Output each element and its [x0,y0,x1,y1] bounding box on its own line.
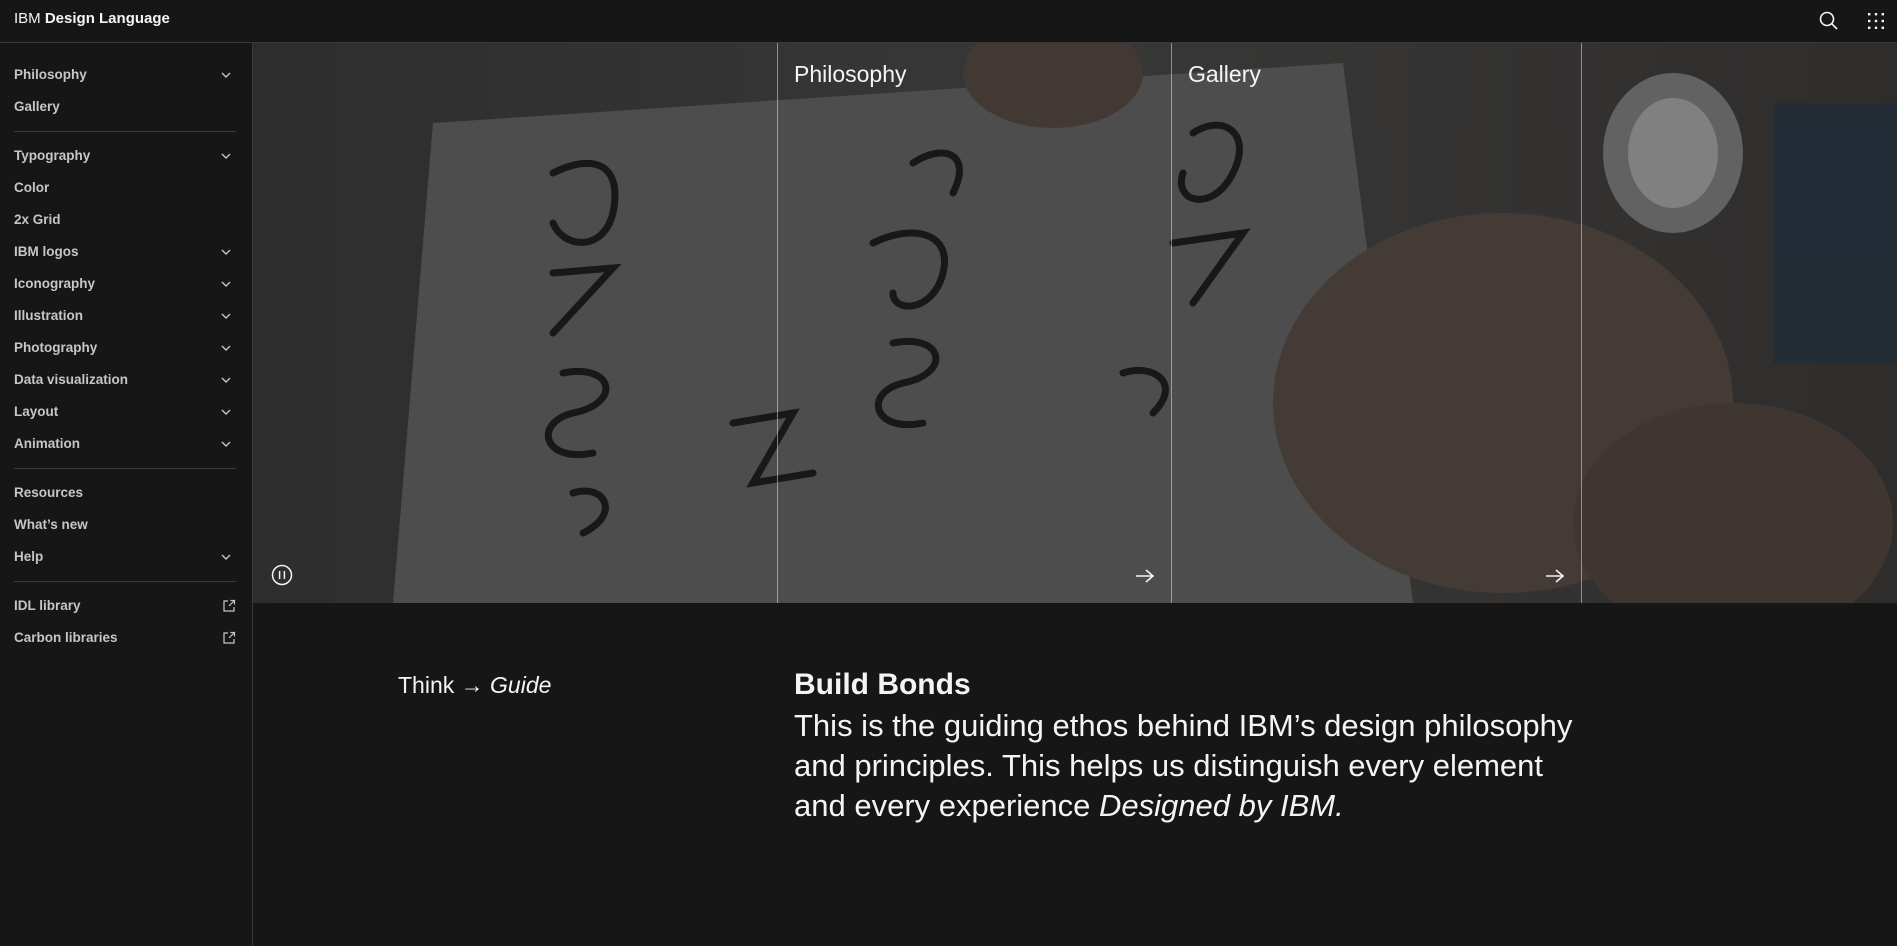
sidebar-item-idl-library[interactable]: IDL library [0,590,252,622]
sidebar-item-label: Resources [14,485,84,500]
lead-text: Think → [398,672,491,698]
brand-name: Design Language [44,10,170,27]
chevron-down-icon[interactable] [220,310,232,322]
chevron-down-icon[interactable] [220,342,232,354]
sidebar-item-2x-grid[interactable]: 2x Grid [0,204,252,236]
hero-divider [1581,43,1582,603]
sidebar-item-label: IDL library [14,598,81,613]
search-icon[interactable] [1817,9,1841,33]
sidebar-item-gallery[interactable]: Gallery [0,91,252,123]
nav-divider [14,131,236,132]
sidebar-item-label: Typography [14,148,91,163]
lead-italic: Guide [490,672,552,698]
section-heading: Build Bonds [794,668,971,701]
brand-logo[interactable]: IBM Design Language [14,10,170,27]
lead-breadcrumb: Think → Guide [398,672,551,699]
sidebar-item-what-s-new[interactable]: What’s new [0,509,252,541]
section-body: This is the guiding ethos behind IBM’s d… [794,706,1594,826]
sidebar-item-label: Photography [14,340,98,355]
sidebar-item-resources[interactable]: Resources [0,477,252,509]
chevron-down-icon[interactable] [220,374,232,386]
sidebar-item-label: Illustration [14,308,84,323]
side-nav-list: Philosophy Gallery Typography Color 2x Grid I… [0,59,252,654]
sidebar-item-label: What’s new [14,517,88,532]
sidebar-item-animation[interactable]: Animation [0,428,252,460]
chevron-down-icon[interactable] [220,438,232,450]
hero-card-philosophy[interactable] [778,43,1171,603]
sidebar-item-label: Color [14,180,50,195]
nav-divider [14,468,236,469]
sidebar-item-label: Help [14,549,44,564]
sidebar-item-label: Gallery [14,99,60,114]
chevron-down-icon[interactable] [220,551,232,563]
arrow-right-icon[interactable] [1134,568,1156,584]
sidebar-item-help[interactable]: Help [0,541,252,573]
pause-icon[interactable] [271,564,293,586]
sidebar-item-carbon-libraries[interactable]: Carbon libraries [0,622,252,654]
hero-card-title: Gallery [1188,61,1261,87]
sidebar-item-label: IBM logos [14,244,79,259]
hero-card-gallery[interactable] [1172,43,1581,603]
nav-divider [14,581,236,582]
hero-banner: Philosophy Gallery [253,43,1897,603]
sidebar-item-label: Animation [14,436,80,451]
sidebar-item-label: 2x Grid [14,212,61,227]
arrow-right-icon[interactable] [1544,568,1566,584]
chevron-down-icon[interactable] [220,69,232,81]
sidebar-item-data-visualization[interactable]: Data visualization [0,364,252,396]
external-link-icon [223,631,236,644]
chevron-down-icon[interactable] [220,150,232,162]
top-header: IBM Design Language [0,0,1897,43]
sidebar-item-label: Data visualization [14,372,129,387]
sidebar-item-photography[interactable]: Photography [0,332,252,364]
sidebar-item-ibm-logos[interactable]: IBM logos [0,236,252,268]
chevron-down-icon[interactable] [220,278,232,290]
sidebar-item-typography[interactable]: Typography [0,140,252,172]
sidebar-item-philosophy[interactable]: Philosophy [0,59,252,91]
sidebar-item-label: Philosophy [14,67,87,82]
sidebar-item-label: Carbon libraries [14,630,118,645]
sidebar-item-label: Iconography [14,276,96,291]
sidebar-item-label: Layout [14,404,59,419]
app-switcher-icon[interactable] [1864,9,1888,33]
chevron-down-icon[interactable] [220,246,232,258]
sidebar-item-iconography[interactable]: Iconography [0,268,252,300]
sidebar-item-color[interactable]: Color [0,172,252,204]
body-italic: Designed by IBM. [1099,788,1344,823]
external-link-icon [223,599,236,612]
sidebar-item-illustration[interactable]: Illustration [0,300,252,332]
hero-card-title: Philosophy [794,61,907,87]
chevron-down-icon[interactable] [220,406,232,418]
side-nav: Philosophy Gallery Typography Color 2x Grid I… [0,43,253,946]
brand-prefix: IBM [14,10,41,27]
sidebar-item-layout[interactable]: Layout [0,396,252,428]
